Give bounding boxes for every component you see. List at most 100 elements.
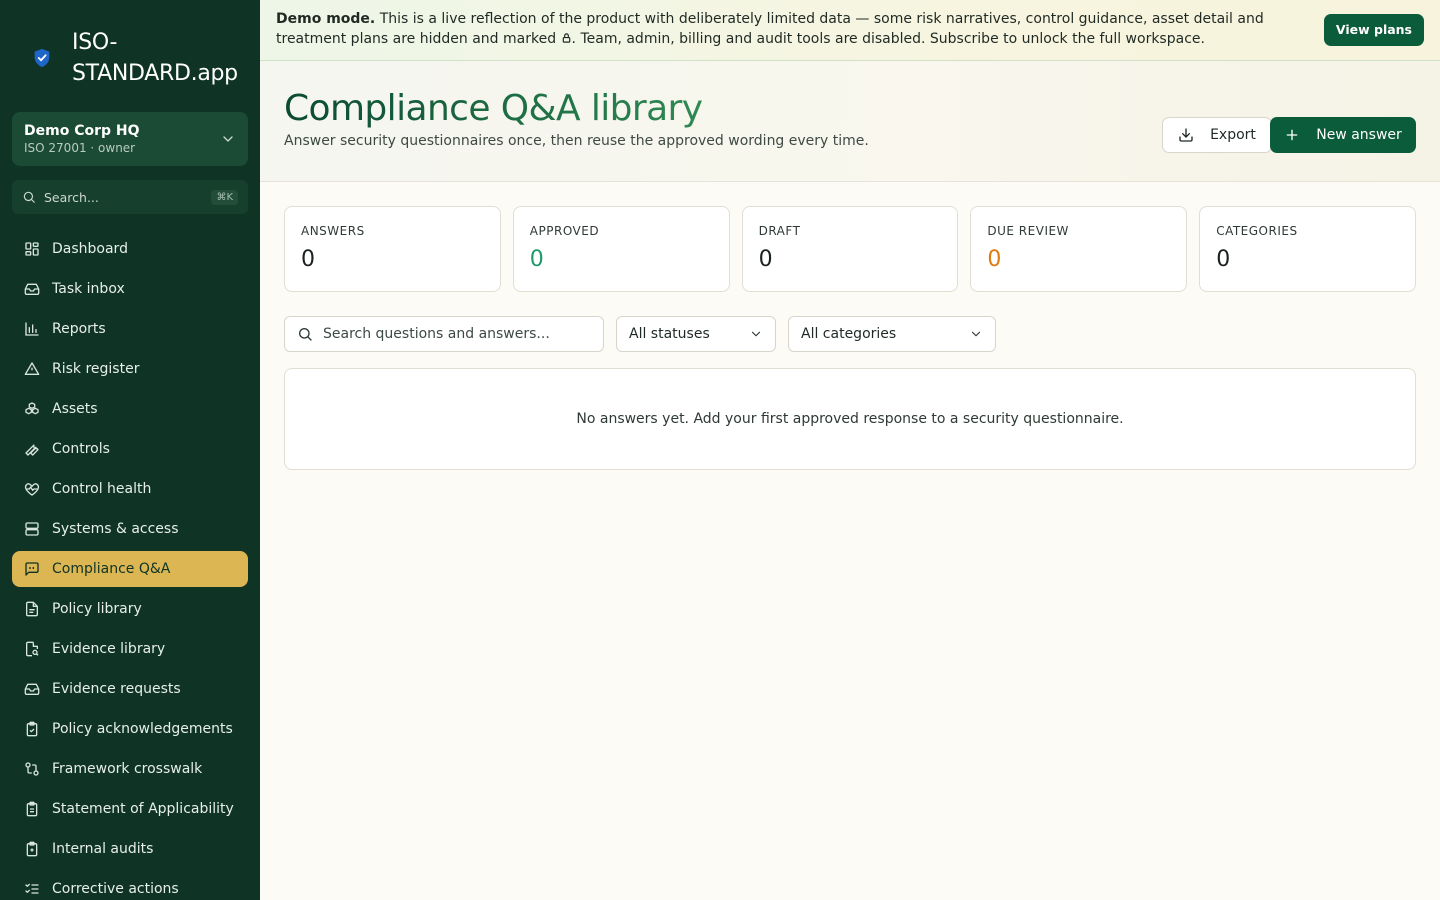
sidebar-item-label: Compliance Q&A — [52, 561, 171, 577]
boxes-icon — [24, 401, 40, 417]
sidebar-item-internal-audits[interactable]: Internal audits — [12, 831, 248, 867]
empty-state: No answers yet. Add your first approved … — [284, 368, 1416, 470]
org-switcher[interactable]: Demo Corp HQ ISO 27001 · owner — [12, 112, 248, 166]
sidebar-item-systems-access[interactable]: Systems & access — [12, 511, 248, 547]
org-name: Demo Corp HQ — [24, 123, 140, 139]
wrench-icon — [24, 441, 40, 457]
app-name-line1: ISO- — [72, 30, 118, 55]
stat-card-categories: CATEGORIES 0 — [1199, 206, 1416, 292]
empty-state-message: No answers yet. Add your first approved … — [576, 411, 1124, 427]
sidebar-item-label: Task inbox — [52, 281, 125, 297]
search-icon — [23, 191, 35, 203]
stat-value: 0 — [301, 247, 315, 272]
sidebar-item-reports[interactable]: Reports — [12, 311, 248, 347]
sidebar-item-assets[interactable]: Assets — [12, 391, 248, 427]
sidebar-item-label: Corrective actions — [52, 881, 179, 897]
chevron-down-icon — [223, 136, 233, 142]
stat-value: 0 — [758, 247, 773, 272]
stat-value: 0 — [529, 247, 544, 272]
sidebar-item-label: Risk register — [52, 361, 140, 377]
sidebar-item-policy-acknowledgements[interactable]: Policy acknowledgements — [12, 711, 248, 747]
sidebar-item-task-inbox[interactable]: Task inbox — [12, 271, 248, 307]
stat-label: APPROVED — [529, 224, 600, 238]
sidebar-item-label: Framework crosswalk — [52, 761, 203, 777]
new-answer-label: New answer — [1316, 127, 1402, 143]
stat-value: 0 — [987, 247, 1002, 272]
export-button[interactable]: Export — [1162, 117, 1272, 153]
page-header: Compliance Q&A library Answer security q… — [260, 61, 1440, 182]
download-icon — [1178, 127, 1194, 143]
sidebar-item-evidence-library[interactable]: Evidence library — [12, 631, 248, 667]
sidebar-item-label: Policy acknowledgements — [52, 721, 233, 737]
banner-lead: Demo mode. — [276, 11, 376, 27]
sidebar-item-control-health[interactable]: Control health — [12, 471, 248, 507]
category-filter-value: All categories — [801, 326, 897, 342]
chevron-down-icon — [749, 327, 763, 341]
sidebar-item-label: Control health — [52, 481, 152, 497]
sidebar-item-label: Statement of Applicability — [52, 801, 234, 817]
stats-row: ANSWERS 0 APPROVED 0 DRAFT 0 DUE REVIEW … — [284, 206, 1416, 292]
sidebar-item-controls[interactable]: Controls — [12, 431, 248, 467]
sidebar-item-label: Evidence library — [52, 641, 166, 657]
bar-chart-icon — [24, 321, 40, 337]
sidebar-item-dashboard[interactable]: Dashboard — [12, 231, 248, 267]
demo-banner: Demo mode. This is a live reflection of … — [260, 0, 1440, 61]
new-answer-button[interactable]: New answer — [1270, 117, 1416, 153]
stat-label: CATEGORIES — [1216, 224, 1298, 238]
view-plans-button[interactable]: View plans — [1323, 14, 1424, 46]
lock-icon — [561, 30, 572, 43]
sidebar-item-compliance-qa[interactable]: Compliance Q&A — [12, 551, 248, 587]
sidebar-nav: Dashboard Task inbox Reports Risk regist… — [12, 231, 248, 900]
status-filter-select[interactable]: All statuses — [616, 316, 776, 352]
dashboard-icon — [24, 241, 40, 257]
file-text-icon — [24, 601, 40, 617]
shield-logo-icon — [24, 40, 60, 76]
sidebar-item-framework-crosswalk[interactable]: Framework crosswalk — [12, 751, 248, 787]
qa-search-input[interactable] — [323, 326, 591, 342]
sidebar-item-label: Reports — [52, 321, 106, 337]
sidebar-search[interactable]: Search... ⌘K — [12, 180, 248, 214]
chevron-down-icon — [969, 327, 983, 341]
inbox-icon — [24, 281, 40, 297]
sidebar-item-label: Internal audits — [52, 841, 154, 857]
server-icon — [24, 521, 40, 537]
stat-card-due-review: DUE REVIEW 0 — [970, 206, 1188, 292]
stat-card-draft: DRAFT 0 — [741, 206, 959, 292]
sidebar-search-placeholder: Search... — [44, 189, 99, 205]
stat-value: 0 — [1216, 247, 1231, 272]
sidebar-item-policy-library[interactable]: Policy library — [12, 591, 248, 627]
banner-text-end: . Team, admin, billing and audit tools a… — [571, 31, 1205, 47]
stat-label: DUE REVIEW — [987, 224, 1069, 238]
qa-search-field[interactable] — [284, 316, 604, 352]
sidebar: ISO- STANDARD.app Demo Corp HQ ISO 27001… — [0, 0, 260, 900]
sidebar-item-corrective-actions[interactable]: Corrective actions — [12, 871, 248, 900]
search-shortcut-badge: ⌘K — [211, 189, 238, 205]
stat-card-approved: APPROVED 0 — [512, 206, 730, 292]
brand[interactable]: ISO- STANDARD.app — [24, 26, 254, 90]
sidebar-item-evidence-requests[interactable]: Evidence requests — [12, 671, 248, 707]
list-checks-icon — [24, 881, 40, 897]
category-filter-select[interactable]: All categories — [788, 316, 996, 352]
export-label: Export — [1210, 127, 1256, 143]
app-name-line2: STANDARD.app — [72, 61, 238, 86]
inbox-icon — [24, 681, 40, 697]
clipboard-list-icon — [24, 801, 40, 817]
sidebar-item-statement-of-applicability[interactable]: Statement of Applicability — [12, 791, 248, 827]
sidebar-item-label: Controls — [52, 441, 110, 457]
sidebar-item-risk-register[interactable]: Risk register — [12, 351, 248, 387]
stat-label: ANSWERS — [301, 224, 365, 238]
heart-pulse-icon — [24, 481, 40, 497]
clipboard-check-icon — [24, 721, 40, 737]
org-subtitle: ISO 27001 · owner — [24, 141, 136, 155]
sidebar-item-label: Dashboard — [52, 241, 128, 257]
message-square-icon — [24, 561, 40, 577]
sidebar-item-label: Assets — [52, 401, 98, 417]
page-subtitle: Answer security questionnaires once, the… — [284, 133, 869, 149]
app-name: ISO- STANDARD.app — [72, 27, 238, 89]
sidebar-item-label: Systems & access — [52, 521, 179, 537]
stat-label: DRAFT — [758, 224, 801, 238]
search-icon — [297, 326, 313, 342]
warning-triangle-icon — [24, 361, 40, 377]
sidebar-item-label: Policy library — [52, 601, 142, 617]
sidebar-item-label: Evidence requests — [52, 681, 181, 697]
